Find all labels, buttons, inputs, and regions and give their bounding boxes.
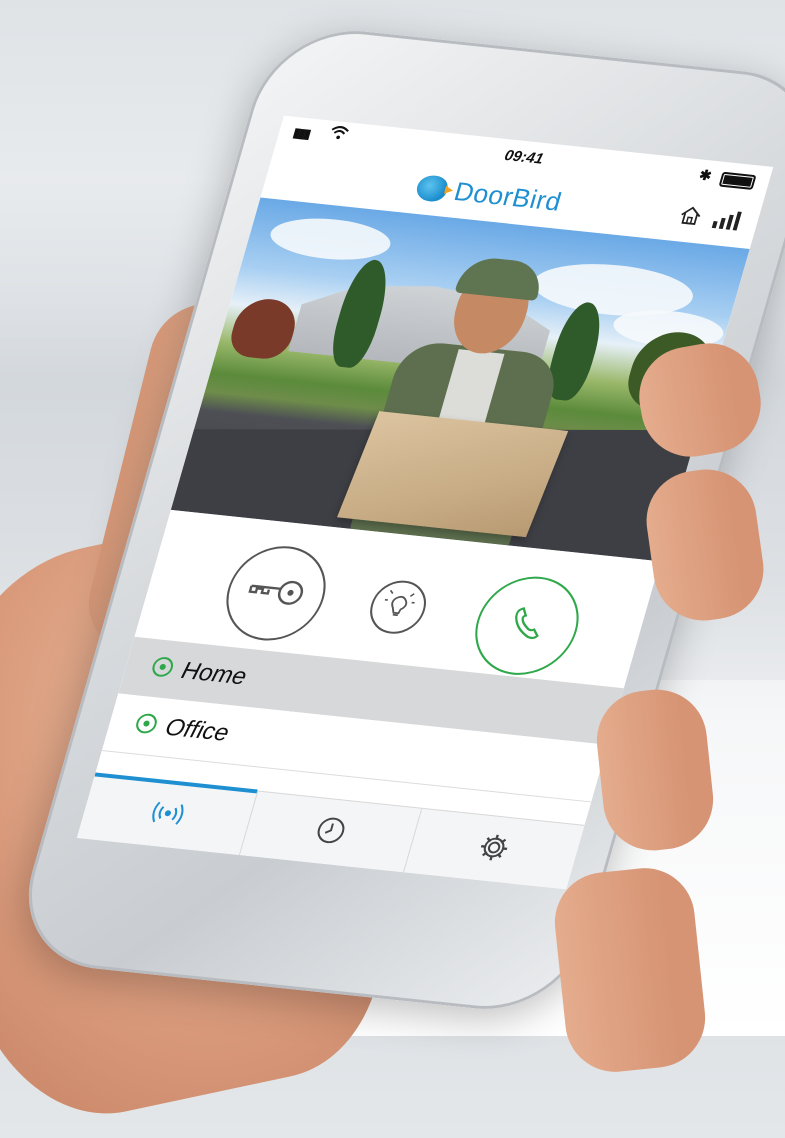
logo-text-door: Door	[450, 175, 518, 212]
signal-bars-icon	[710, 207, 742, 231]
call-button[interactable]	[463, 571, 591, 680]
battery-icon	[718, 171, 757, 190]
light-button[interactable]	[363, 578, 433, 637]
cloud	[265, 213, 396, 265]
doorbird-logo: DoorBird	[412, 170, 565, 218]
logo-text: DoorBird	[450, 175, 566, 217]
logo-text-bird: Bird	[508, 181, 566, 217]
settings-gear-icon	[474, 831, 514, 868]
history-clock-icon	[311, 814, 351, 851]
light-bulb-icon	[378, 589, 418, 626]
phone-icon	[501, 602, 553, 650]
finger	[549, 863, 711, 1077]
bird-logo-icon	[413, 174, 451, 203]
key-icon	[241, 573, 310, 613]
open-door-button[interactable]	[214, 541, 338, 646]
home-icon[interactable]	[677, 204, 705, 228]
device-label: Office	[162, 713, 233, 747]
device-label: Home	[178, 657, 250, 691]
package-box	[336, 411, 569, 538]
radio-icon[interactable]	[133, 712, 160, 735]
live-broadcast-icon	[146, 798, 188, 832]
radio-selected-icon[interactable]	[149, 656, 176, 678]
